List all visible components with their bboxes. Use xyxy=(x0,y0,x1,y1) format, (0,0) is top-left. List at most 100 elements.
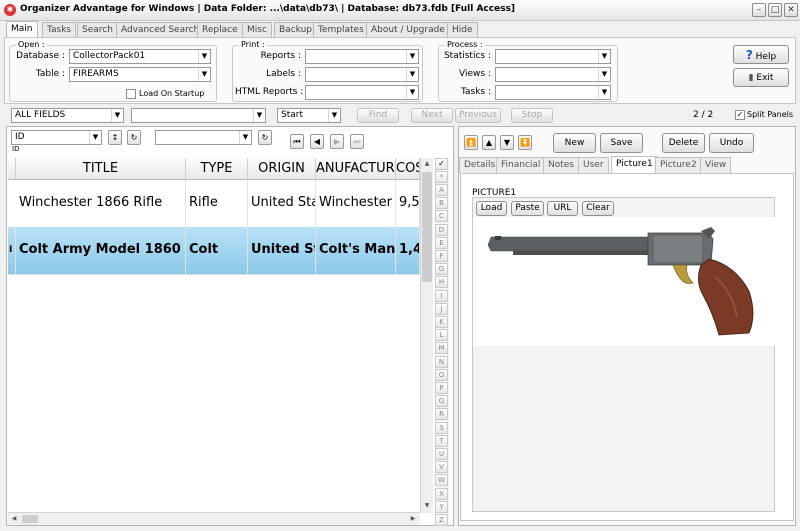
move-down-icon[interactable]: ▼ xyxy=(500,135,514,150)
tab-about-upgrade[interactable]: About / Upgrade xyxy=(366,22,450,38)
tab-replace[interactable]: Replace xyxy=(197,22,243,38)
scroll-down-icon[interactable]: ▼ xyxy=(422,501,432,511)
exit-button[interactable]: ▮ Exit xyxy=(733,68,789,87)
alpha-button-v[interactable]: V xyxy=(435,461,448,474)
alpha-button-x[interactable]: X xyxy=(435,487,448,500)
tasks-combo[interactable]: ▼ xyxy=(495,85,611,100)
alpha-button-l[interactable]: L xyxy=(435,329,448,342)
tab-templates[interactable]: Templates xyxy=(313,22,369,38)
alpha-button-f[interactable]: F xyxy=(435,250,448,262)
prev-record-icon[interactable]: ◀ xyxy=(310,134,324,149)
tab-user[interactable]: User xyxy=(578,157,609,173)
tab-details[interactable]: Details xyxy=(459,157,501,173)
tab-view[interactable]: View xyxy=(700,157,732,173)
find-button[interactable]: Find xyxy=(357,108,399,123)
next-button[interactable]: Next xyxy=(411,108,453,123)
close-button[interactable]: ✕ xyxy=(784,3,798,17)
alpha-button-q[interactable]: Q xyxy=(435,395,448,408)
first-record-icon[interactable]: ⏮ xyxy=(290,134,304,149)
table-combo[interactable]: FIREARMS ▼ xyxy=(69,67,211,82)
alpha-button-k[interactable]: K xyxy=(435,316,448,328)
next-record-icon[interactable]: ▶ xyxy=(330,134,344,149)
html-reports-combo[interactable]: ▼ xyxy=(305,85,419,100)
tab-picture1[interactable]: Picture1 xyxy=(611,156,658,173)
alpha-button-s[interactable]: S xyxy=(435,421,448,434)
alpha-star-button[interactable]: * xyxy=(435,171,448,183)
tab-advanced-search[interactable]: Advanced Search xyxy=(116,22,205,38)
scroll-up-icon[interactable]: ▲ xyxy=(422,159,432,169)
stop-button[interactable]: Stop xyxy=(511,108,553,123)
table-row-selected[interactable]: I Colt Army Model 1860 Colt United St Co… xyxy=(8,227,420,275)
delete-record-button[interactable]: Delete xyxy=(662,133,705,153)
previous-button[interactable]: Previous xyxy=(455,108,501,123)
alpha-button-j[interactable]: J xyxy=(435,302,448,315)
table-row[interactable]: Winchester 1866 Rifle Rifle United Stat … xyxy=(8,180,420,228)
last-record-icon[interactable]: ⏭ xyxy=(350,134,364,149)
views-combo[interactable]: ▼ xyxy=(495,67,611,82)
search-mode-combo[interactable]: Start ▼ xyxy=(277,108,341,123)
load-picture-button[interactable]: Load xyxy=(476,201,507,216)
vertical-scrollbar[interactable]: ▲ ▼ xyxy=(420,158,433,513)
scroll-thumb[interactable] xyxy=(422,172,432,282)
tab-financial[interactable]: Financial xyxy=(496,157,546,173)
alpha-button-r[interactable]: R xyxy=(435,408,448,421)
alpha-button-g[interactable]: G xyxy=(435,263,448,276)
tab-notes[interactable]: Notes xyxy=(543,157,579,173)
refresh-icon[interactable]: ↻ xyxy=(127,130,141,145)
tab-picture2[interactable]: Picture2 xyxy=(655,157,702,173)
move-bottom-icon[interactable]: ⏬ xyxy=(518,135,532,150)
move-top-icon[interactable]: ⏫ xyxy=(464,135,478,150)
alpha-button-h[interactable]: H xyxy=(435,276,448,289)
reports-combo[interactable]: ▼ xyxy=(305,49,419,64)
new-record-button[interactable]: New xyxy=(553,133,596,153)
statistics-combo[interactable]: ▼ xyxy=(495,49,611,64)
app-icon[interactable]: ✱ xyxy=(4,4,16,16)
clear-picture-button[interactable]: Clear xyxy=(582,201,614,216)
alpha-button-t[interactable]: T xyxy=(435,434,448,447)
column-header-title[interactable]: TITLE xyxy=(16,158,186,180)
alpha-button-o[interactable]: O xyxy=(435,368,448,381)
tab-hide[interactable]: Hide xyxy=(447,22,478,38)
alpha-button-z[interactable]: Z xyxy=(435,514,448,526)
undo-button[interactable]: Undo xyxy=(709,133,754,153)
column-header-cost[interactable]: COST xyxy=(396,158,420,180)
search-input[interactable]: ▼ xyxy=(131,108,266,123)
column-header-manufacturer[interactable]: ANUFACTURI xyxy=(316,158,396,180)
alpha-button-p[interactable]: P xyxy=(435,382,448,394)
save-record-button[interactable]: Save xyxy=(600,133,643,153)
help-button[interactable]: ? Help xyxy=(733,45,789,64)
alpha-button-e[interactable]: E xyxy=(435,236,448,249)
alpha-button-a[interactable]: A xyxy=(435,184,448,196)
search-field-combo[interactable]: ALL FIELDS ▼ xyxy=(11,108,124,123)
scroll-left-icon[interactable]: ◀ xyxy=(9,514,19,524)
alpha-button-y[interactable]: Y xyxy=(435,500,448,513)
check-all-icon[interactable]: ✓ xyxy=(435,158,448,170)
column-header-origin[interactable]: ORIGIN xyxy=(248,158,316,180)
scroll-right-icon[interactable]: ▶ xyxy=(408,514,418,524)
refresh-icon[interactable]: ↻ xyxy=(258,130,272,145)
alpha-button-i[interactable]: I xyxy=(435,289,448,302)
tab-tasks[interactable]: Tasks xyxy=(42,22,77,38)
horizontal-scrollbar[interactable]: ◀ ▶ xyxy=(8,512,420,525)
paste-picture-button[interactable]: Paste xyxy=(511,201,544,216)
tab-search[interactable]: Search xyxy=(77,22,118,38)
tab-backup[interactable]: Backup xyxy=(274,22,317,38)
move-up-icon[interactable]: ▲ xyxy=(482,135,496,150)
sort-direction-icon[interactable]: ↕ xyxy=(108,130,122,145)
alpha-button-n[interactable]: N xyxy=(435,355,448,368)
alpha-button-b[interactable]: B xyxy=(435,197,448,210)
sort-field-combo[interactable]: ID ▼ xyxy=(11,130,102,145)
alpha-button-d[interactable]: D xyxy=(435,223,448,236)
database-combo[interactable]: CollectorPack01 ▼ xyxy=(69,49,211,64)
alpha-button-w[interactable]: W xyxy=(435,474,448,487)
column-header-type[interactable]: TYPE xyxy=(186,158,248,180)
maximize-button[interactable]: □ xyxy=(768,3,782,17)
alpha-button-u[interactable]: U xyxy=(435,448,448,460)
tab-misc[interactable]: Misc xyxy=(242,22,272,38)
tab-main[interactable]: Main xyxy=(6,21,38,38)
alpha-button-m[interactable]: M xyxy=(435,342,448,355)
filter-combo[interactable]: ▼ xyxy=(155,130,252,145)
load-on-startup-checkbox[interactable] xyxy=(126,89,136,99)
hscroll-thumb[interactable] xyxy=(22,515,38,523)
split-panels-checkbox[interactable]: ✓ xyxy=(735,110,745,120)
